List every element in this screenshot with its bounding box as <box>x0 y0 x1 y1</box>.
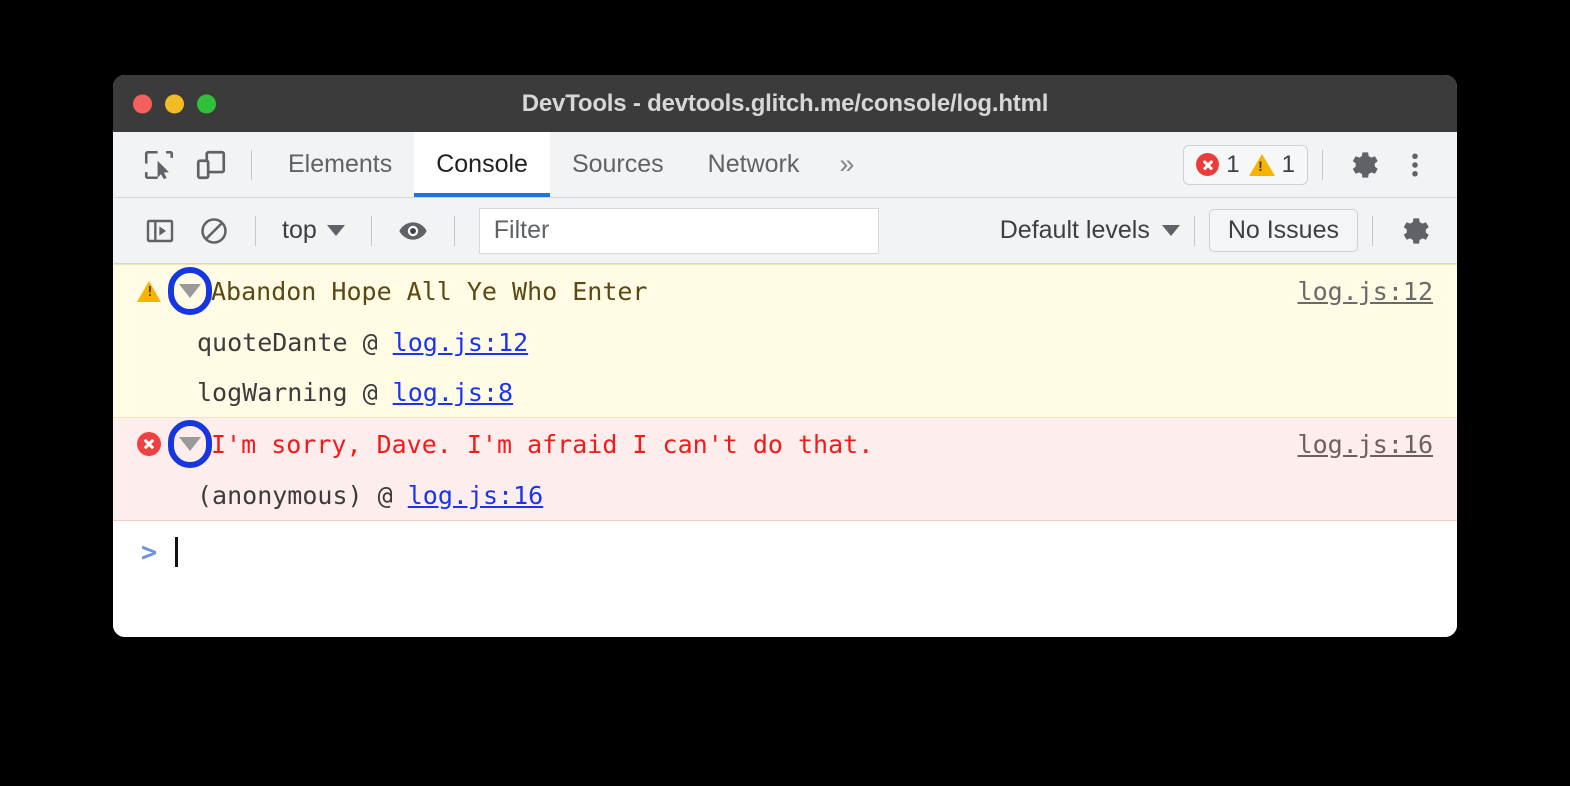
prompt-arrow-icon: > <box>141 539 157 566</box>
issues-button[interactable]: No Issues <box>1209 209 1358 252</box>
inspect-element-icon[interactable] <box>133 143 185 187</box>
more-tabs-icon[interactable]: » <box>821 149 872 180</box>
window-traffic-lights <box>133 94 216 113</box>
window-titlebar: DevTools - devtools.glitch.me/console/lo… <box>113 75 1457 132</box>
stack-frame-function: quoteDante @ <box>197 328 393 357</box>
log-levels-selector[interactable]: Default levels <box>1000 216 1180 245</box>
chevron-down-icon-expand-error <box>179 437 201 451</box>
warning-source-link[interactable]: log.js:12 <box>1298 277 1433 306</box>
device-toolbar-icon[interactable] <box>185 143 237 187</box>
error-count: 1 <box>1226 151 1239 179</box>
stack-frame-function: (anonymous) @ <box>197 481 408 510</box>
chevron-down-icon-levels <box>1162 225 1180 236</box>
tabbar-divider-2 <box>1322 150 1323 180</box>
stack-frame-link[interactable]: log.js:8 <box>393 378 513 407</box>
stack-frame: (anonymous) @ log.js:16 <box>113 470 1457 520</box>
warning-counter[interactable]: 1 <box>1249 151 1295 179</box>
screenshot-root: DevTools - devtools.glitch.me/console/lo… <box>0 0 1570 786</box>
warning-level-icon-wrap <box>137 281 163 302</box>
text-cursor <box>175 537 178 567</box>
toolbar-divider-2 <box>371 216 372 246</box>
expand-triangle-error[interactable] <box>173 427 207 461</box>
console-settings-gear-icon[interactable] <box>1387 208 1441 254</box>
minimize-button[interactable] <box>165 94 184 113</box>
toolbar-divider-3 <box>454 216 455 246</box>
clear-console-icon[interactable] <box>187 208 241 254</box>
error-counter[interactable]: 1 <box>1196 151 1239 179</box>
console-message-list: Abandon Hope All Ye Who Enter log.js:12 … <box>113 264 1457 637</box>
execution-context-selector[interactable]: top <box>270 216 357 245</box>
devtools-tabbar: Elements Console Sources Network » 1 1 <box>113 132 1457 198</box>
stack-frame: quoteDante @ log.js:12 <box>113 317 1457 367</box>
warning-message-text: Abandon Hope All Ye Who Enter <box>211 279 648 304</box>
console-message-warning: Abandon Hope All Ye Who Enter log.js:12 … <box>113 264 1457 418</box>
warning-icon <box>1249 154 1275 176</box>
error-icon <box>1196 153 1219 176</box>
warning-icon <box>137 281 161 302</box>
toolbar-divider-1 <box>255 216 256 246</box>
live-expression-eye-icon[interactable] <box>386 208 440 254</box>
warning-count: 1 <box>1282 151 1295 179</box>
issue-counters[interactable]: 1 1 <box>1183 145 1308 185</box>
chevron-down-icon <box>327 225 345 236</box>
tab-network[interactable]: Network <box>686 132 822 197</box>
console-toolbar: top Default levels No Issues <box>113 198 1457 264</box>
filter-input[interactable] <box>479 208 879 254</box>
window-title: DevTools - devtools.glitch.me/console/lo… <box>113 90 1457 118</box>
tab-sources[interactable]: Sources <box>550 132 686 197</box>
tab-elements[interactable]: Elements <box>266 132 414 197</box>
warning-message-row[interactable]: Abandon Hope All Ye Who Enter log.js:12 <box>113 265 1457 317</box>
console-message-error: I'm sorry, Dave. I'm afraid I can't do t… <box>113 418 1457 521</box>
gear-icon[interactable] <box>1337 143 1389 187</box>
expand-triangle-warning[interactable] <box>173 274 207 308</box>
stack-frame-function: logWarning @ <box>197 378 393 407</box>
maximize-button[interactable] <box>197 94 216 113</box>
stack-frame-link[interactable]: log.js:12 <box>393 328 528 357</box>
close-button[interactable] <box>133 94 152 113</box>
console-prompt-row[interactable]: > <box>113 527 1457 577</box>
log-levels-label: Default levels <box>1000 216 1150 245</box>
error-icon <box>137 432 161 456</box>
error-source-link[interactable]: log.js:16 <box>1298 430 1433 459</box>
kebab-menu-icon[interactable] <box>1389 143 1441 187</box>
execution-context-label: top <box>282 216 317 245</box>
error-message-row[interactable]: I'm sorry, Dave. I'm afraid I can't do t… <box>113 418 1457 470</box>
error-level-icon-wrap <box>137 432 163 456</box>
stack-frame: logWarning @ log.js:8 <box>113 367 1457 417</box>
error-message-text: I'm sorry, Dave. I'm afraid I can't do t… <box>211 432 873 457</box>
panel-tabs: Elements Console Sources Network » <box>266 132 872 197</box>
tabbar-divider <box>251 150 252 180</box>
tab-console[interactable]: Console <box>414 132 550 197</box>
stack-frame-link[interactable]: log.js:16 <box>408 481 543 510</box>
toolbar-divider-5 <box>1372 216 1373 246</box>
console-sidebar-icon[interactable] <box>133 208 187 254</box>
chevron-down-icon-expand-warning <box>179 284 201 298</box>
toolbar-divider-4 <box>1194 216 1195 246</box>
devtools-window: DevTools - devtools.glitch.me/console/lo… <box>113 75 1457 637</box>
